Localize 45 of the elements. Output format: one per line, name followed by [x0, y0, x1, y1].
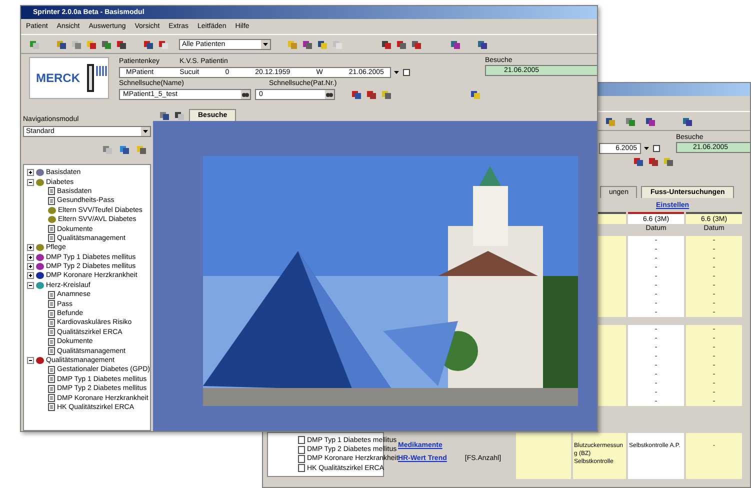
- tool-icon[interactable]: [159, 110, 170, 121]
- tool-icon[interactable]: [116, 38, 127, 50]
- expand-icon[interactable]: [27, 254, 34, 261]
- table-cell: [516, 433, 571, 479]
- collapse-icon[interactable]: [27, 357, 34, 364]
- tool-icon[interactable]: [56, 38, 67, 50]
- tool-icon[interactable]: [682, 116, 693, 126]
- tool-icon[interactable]: [136, 144, 147, 155]
- tool-icon[interactable]: [633, 156, 644, 166]
- tool-icon[interactable]: [143, 38, 154, 50]
- tool-icon[interactable]: [648, 156, 659, 166]
- expand-icon[interactable]: [27, 272, 34, 280]
- dropdown-arrow-icon: [261, 40, 270, 48]
- tool-icon[interactable]: [302, 38, 313, 50]
- tool-icon[interactable]: [605, 116, 616, 126]
- tool-icon[interactable]: [625, 116, 636, 126]
- tool-icon[interactable]: [645, 116, 656, 126]
- tool-icon[interactable]: [663, 156, 674, 166]
- tool-icon[interactable]: [158, 38, 169, 50]
- tool-icon[interactable]: [101, 38, 112, 50]
- tool-icon[interactable]: [411, 38, 422, 50]
- tool-icon[interactable]: [450, 38, 461, 50]
- expand-icon[interactable]: [27, 244, 34, 252]
- tool-icon[interactable]: [351, 88, 362, 100]
- dropdown-arrow-icon: [141, 127, 150, 136]
- tool-icon[interactable]: [477, 38, 488, 50]
- binoculars-icon[interactable]: [241, 90, 250, 98]
- tool-icon[interactable]: [317, 38, 328, 50]
- binoculars-icon[interactable]: [325, 90, 334, 98]
- calendar-icon[interactable]: [652, 144, 661, 152]
- tool-icon[interactable]: [174, 110, 185, 121]
- tool-icon[interactable]: [86, 38, 97, 50]
- expand-icon[interactable]: [27, 263, 34, 270]
- tool-icon[interactable]: [396, 38, 407, 50]
- collapse-icon[interactable]: [27, 282, 34, 289]
- tool-icon[interactable]: [119, 144, 130, 155]
- collapse-icon[interactable]: [27, 178, 34, 186]
- logo-text: MERCK: [36, 71, 80, 85]
- tool-icon[interactable]: [366, 88, 377, 100]
- calendar-icon[interactable]: [402, 68, 411, 76]
- tool-icon[interactable]: [381, 38, 392, 50]
- barcode-logo-icon: [86, 62, 108, 94]
- tool-icon[interactable]: [470, 88, 481, 100]
- expand-icon[interactable]: [27, 169, 34, 176]
- tool-icon[interactable]: [381, 88, 392, 100]
